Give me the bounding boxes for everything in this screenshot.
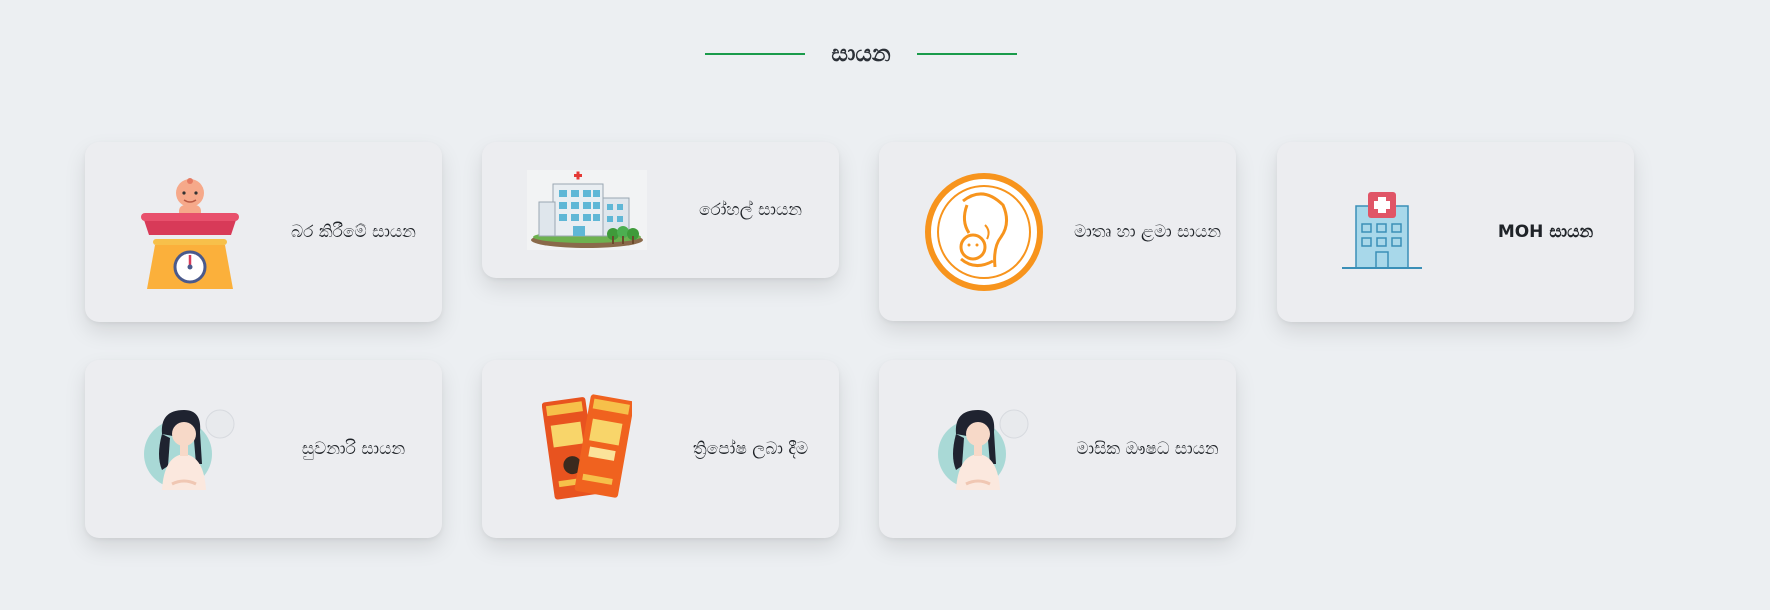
clinic-label: මාතෘ හා ළමා සායන (1073, 221, 1222, 242)
clinic-label: ත්‍රිපෝෂ ලබා දීම (692, 439, 809, 459)
clinic-label: රෝහල් සායන (698, 200, 803, 220)
clinic-card-moh[interactable]: MOH සායන (1277, 142, 1634, 322)
mother-child-icon (914, 170, 1054, 294)
clinic-card-suwanari[interactable]: සුවනාරි සායන (85, 360, 442, 538)
clinic-label: බර කිරීමේ සායන (291, 222, 416, 242)
clinic-card-hospital[interactable]: රෝහල් සායන (482, 142, 839, 278)
medical-building-icon (1312, 170, 1452, 294)
thriposha-packets-icon (517, 387, 657, 511)
baby-scale-icon (120, 170, 260, 294)
woman-avatar-icon (120, 387, 260, 511)
clinic-label: මාසික ඖෂධ සායන (1076, 439, 1219, 459)
clinic-card-monthly-medicine[interactable]: මාසික ඖෂධ සායන (879, 360, 1236, 538)
heading-right-line (916, 53, 1017, 55)
woman-avatar-icon (914, 387, 1054, 511)
clinic-card-maternal-child[interactable]: මාතෘ හා ළමා සායන (879, 142, 1236, 321)
clinic-card-thriposha[interactable]: ත්‍රිපෝෂ ලබා දීම (482, 360, 839, 538)
clinic-label: MOH සායන (1497, 222, 1594, 242)
heading-left-line (705, 53, 806, 55)
clinic-card-weighing[interactable]: බර කිරීමේ සායන (85, 142, 442, 322)
section-heading: සායන (0, 34, 1722, 74)
clinic-label: සුවනාරි සායන (301, 439, 406, 459)
hospital-building-icon (517, 148, 657, 272)
section-title: සායන (831, 41, 891, 67)
